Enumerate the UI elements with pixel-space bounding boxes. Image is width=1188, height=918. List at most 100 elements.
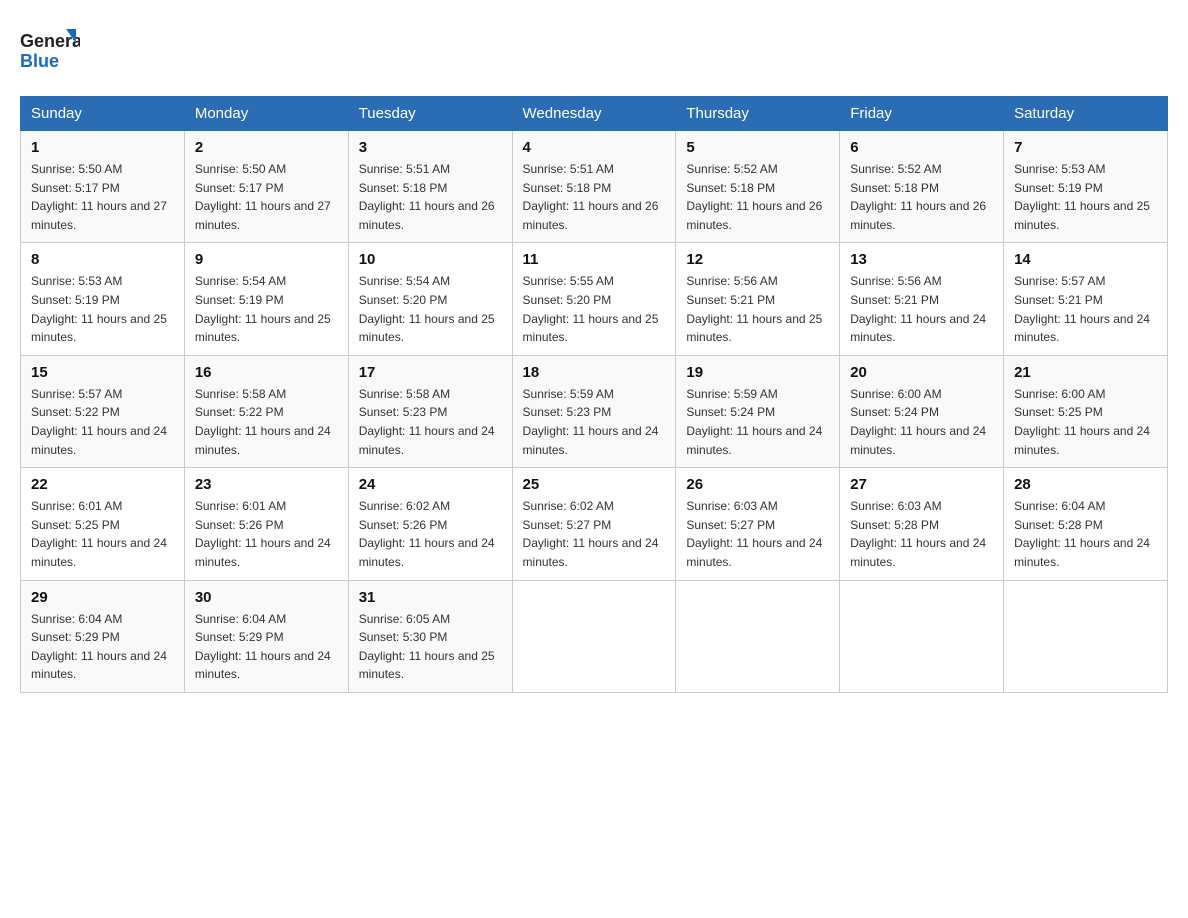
day-info: Sunrise: 5:56 AMSunset: 5:21 PMDaylight:… xyxy=(686,274,822,344)
day-number: 22 xyxy=(31,476,174,493)
calendar-day-cell xyxy=(676,580,840,692)
calendar-day-cell: 12 Sunrise: 5:56 AMSunset: 5:21 PMDaylig… xyxy=(676,243,840,355)
calendar-day-cell: 8 Sunrise: 5:53 AMSunset: 5:19 PMDayligh… xyxy=(21,243,185,355)
calendar-week-row: 1 Sunrise: 5:50 AMSunset: 5:17 PMDayligh… xyxy=(21,131,1168,243)
day-info: Sunrise: 6:04 AMSunset: 5:28 PMDaylight:… xyxy=(1014,499,1150,569)
day-info: Sunrise: 5:59 AMSunset: 5:24 PMDaylight:… xyxy=(686,387,822,457)
calendar-day-header-monday: Monday xyxy=(184,97,348,131)
calendar-day-cell: 2 Sunrise: 5:50 AMSunset: 5:17 PMDayligh… xyxy=(184,131,348,243)
calendar-day-cell: 29 Sunrise: 6:04 AMSunset: 5:29 PMDaylig… xyxy=(21,580,185,692)
day-info: Sunrise: 6:04 AMSunset: 5:29 PMDaylight:… xyxy=(31,612,167,682)
day-info: Sunrise: 5:58 AMSunset: 5:22 PMDaylight:… xyxy=(195,387,331,457)
day-info: Sunrise: 5:55 AMSunset: 5:20 PMDaylight:… xyxy=(523,274,659,344)
day-number: 15 xyxy=(31,364,174,381)
logo-icon: General Blue xyxy=(20,20,80,80)
calendar-day-cell: 15 Sunrise: 5:57 AMSunset: 5:22 PMDaylig… xyxy=(21,355,185,467)
day-number: 5 xyxy=(686,139,829,156)
day-number: 31 xyxy=(359,589,502,606)
day-number: 26 xyxy=(686,476,829,493)
calendar-day-cell: 18 Sunrise: 5:59 AMSunset: 5:23 PMDaylig… xyxy=(512,355,676,467)
calendar-day-header-friday: Friday xyxy=(840,97,1004,131)
calendar-day-header-tuesday: Tuesday xyxy=(348,97,512,131)
calendar-week-row: 29 Sunrise: 6:04 AMSunset: 5:29 PMDaylig… xyxy=(21,580,1168,692)
day-info: Sunrise: 5:53 AMSunset: 5:19 PMDaylight:… xyxy=(31,274,167,344)
day-info: Sunrise: 5:52 AMSunset: 5:18 PMDaylight:… xyxy=(850,162,986,232)
day-info: Sunrise: 6:02 AMSunset: 5:27 PMDaylight:… xyxy=(523,499,659,569)
calendar-day-cell: 31 Sunrise: 6:05 AMSunset: 5:30 PMDaylig… xyxy=(348,580,512,692)
day-number: 8 xyxy=(31,251,174,268)
calendar-day-cell: 5 Sunrise: 5:52 AMSunset: 5:18 PMDayligh… xyxy=(676,131,840,243)
calendar-week-row: 8 Sunrise: 5:53 AMSunset: 5:19 PMDayligh… xyxy=(21,243,1168,355)
calendar-day-cell: 21 Sunrise: 6:00 AMSunset: 5:25 PMDaylig… xyxy=(1004,355,1168,467)
calendar-day-cell: 25 Sunrise: 6:02 AMSunset: 5:27 PMDaylig… xyxy=(512,468,676,580)
calendar-day-cell: 7 Sunrise: 5:53 AMSunset: 5:19 PMDayligh… xyxy=(1004,131,1168,243)
day-info: Sunrise: 5:54 AMSunset: 5:20 PMDaylight:… xyxy=(359,274,495,344)
day-info: Sunrise: 5:53 AMSunset: 5:19 PMDaylight:… xyxy=(1014,162,1150,232)
calendar-day-cell: 9 Sunrise: 5:54 AMSunset: 5:19 PMDayligh… xyxy=(184,243,348,355)
calendar-day-cell: 16 Sunrise: 5:58 AMSunset: 5:22 PMDaylig… xyxy=(184,355,348,467)
day-info: Sunrise: 5:52 AMSunset: 5:18 PMDaylight:… xyxy=(686,162,822,232)
calendar-day-cell xyxy=(1004,580,1168,692)
day-number: 28 xyxy=(1014,476,1157,493)
day-info: Sunrise: 5:57 AMSunset: 5:22 PMDaylight:… xyxy=(31,387,167,457)
calendar-day-cell: 6 Sunrise: 5:52 AMSunset: 5:18 PMDayligh… xyxy=(840,131,1004,243)
day-number: 13 xyxy=(850,251,993,268)
day-info: Sunrise: 6:01 AMSunset: 5:25 PMDaylight:… xyxy=(31,499,167,569)
calendar-day-cell: 23 Sunrise: 6:01 AMSunset: 5:26 PMDaylig… xyxy=(184,468,348,580)
day-number: 17 xyxy=(359,364,502,381)
day-number: 7 xyxy=(1014,139,1157,156)
calendar-table: SundayMondayTuesdayWednesdayThursdayFrid… xyxy=(20,96,1168,693)
day-number: 6 xyxy=(850,139,993,156)
day-info: Sunrise: 5:50 AMSunset: 5:17 PMDaylight:… xyxy=(31,162,167,232)
calendar-day-cell: 26 Sunrise: 6:03 AMSunset: 5:27 PMDaylig… xyxy=(676,468,840,580)
day-number: 25 xyxy=(523,476,666,493)
calendar-day-cell: 14 Sunrise: 5:57 AMSunset: 5:21 PMDaylig… xyxy=(1004,243,1168,355)
calendar-day-cell: 22 Sunrise: 6:01 AMSunset: 5:25 PMDaylig… xyxy=(21,468,185,580)
day-number: 11 xyxy=(523,251,666,268)
day-number: 10 xyxy=(359,251,502,268)
day-number: 30 xyxy=(195,589,338,606)
calendar-day-cell: 10 Sunrise: 5:54 AMSunset: 5:20 PMDaylig… xyxy=(348,243,512,355)
day-number: 1 xyxy=(31,139,174,156)
day-info: Sunrise: 6:03 AMSunset: 5:27 PMDaylight:… xyxy=(686,499,822,569)
calendar-week-row: 15 Sunrise: 5:57 AMSunset: 5:22 PMDaylig… xyxy=(21,355,1168,467)
calendar-day-cell: 28 Sunrise: 6:04 AMSunset: 5:28 PMDaylig… xyxy=(1004,468,1168,580)
day-number: 29 xyxy=(31,589,174,606)
calendar-day-header-saturday: Saturday xyxy=(1004,97,1168,131)
day-number: 16 xyxy=(195,364,338,381)
page-header: General Blue xyxy=(20,20,1168,80)
calendar-day-cell: 20 Sunrise: 6:00 AMSunset: 5:24 PMDaylig… xyxy=(840,355,1004,467)
day-number: 19 xyxy=(686,364,829,381)
day-info: Sunrise: 5:56 AMSunset: 5:21 PMDaylight:… xyxy=(850,274,986,344)
day-info: Sunrise: 6:00 AMSunset: 5:24 PMDaylight:… xyxy=(850,387,986,457)
calendar-day-header-wednesday: Wednesday xyxy=(512,97,676,131)
day-number: 20 xyxy=(850,364,993,381)
calendar-day-cell: 4 Sunrise: 5:51 AMSunset: 5:18 PMDayligh… xyxy=(512,131,676,243)
day-number: 4 xyxy=(523,139,666,156)
calendar-day-cell: 30 Sunrise: 6:04 AMSunset: 5:29 PMDaylig… xyxy=(184,580,348,692)
calendar-day-cell xyxy=(840,580,1004,692)
calendar-day-cell: 24 Sunrise: 6:02 AMSunset: 5:26 PMDaylig… xyxy=(348,468,512,580)
day-info: Sunrise: 6:03 AMSunset: 5:28 PMDaylight:… xyxy=(850,499,986,569)
calendar-day-header-thursday: Thursday xyxy=(676,97,840,131)
day-info: Sunrise: 5:59 AMSunset: 5:23 PMDaylight:… xyxy=(523,387,659,457)
calendar-day-cell: 19 Sunrise: 5:59 AMSunset: 5:24 PMDaylig… xyxy=(676,355,840,467)
day-info: Sunrise: 6:00 AMSunset: 5:25 PMDaylight:… xyxy=(1014,387,1150,457)
calendar-day-cell: 27 Sunrise: 6:03 AMSunset: 5:28 PMDaylig… xyxy=(840,468,1004,580)
calendar-day-cell: 11 Sunrise: 5:55 AMSunset: 5:20 PMDaylig… xyxy=(512,243,676,355)
day-info: Sunrise: 5:51 AMSunset: 5:18 PMDaylight:… xyxy=(359,162,495,232)
calendar-day-cell: 17 Sunrise: 5:58 AMSunset: 5:23 PMDaylig… xyxy=(348,355,512,467)
calendar-day-cell: 1 Sunrise: 5:50 AMSunset: 5:17 PMDayligh… xyxy=(21,131,185,243)
svg-text:Blue: Blue xyxy=(20,51,59,71)
day-number: 14 xyxy=(1014,251,1157,268)
day-number: 12 xyxy=(686,251,829,268)
day-number: 24 xyxy=(359,476,502,493)
day-number: 2 xyxy=(195,139,338,156)
day-number: 9 xyxy=(195,251,338,268)
calendar-day-cell: 3 Sunrise: 5:51 AMSunset: 5:18 PMDayligh… xyxy=(348,131,512,243)
calendar-day-cell: 13 Sunrise: 5:56 AMSunset: 5:21 PMDaylig… xyxy=(840,243,1004,355)
calendar-day-header-sunday: Sunday xyxy=(21,97,185,131)
day-info: Sunrise: 5:57 AMSunset: 5:21 PMDaylight:… xyxy=(1014,274,1150,344)
day-number: 18 xyxy=(523,364,666,381)
day-info: Sunrise: 5:58 AMSunset: 5:23 PMDaylight:… xyxy=(359,387,495,457)
